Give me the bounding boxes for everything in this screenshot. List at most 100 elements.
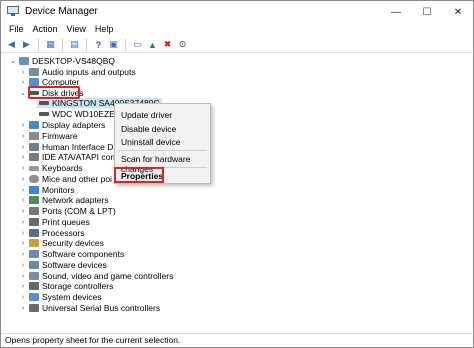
computer-icon — [29, 78, 39, 86]
computer-icon — [19, 57, 29, 65]
tree-item-label: Processors — [42, 228, 85, 238]
expand-arrow-icon[interactable]: › — [19, 230, 27, 237]
tree-item-ide[interactable]: › IDE ATA/ATAPI con — [19, 152, 115, 162]
tree-item-usb[interactable]: › Universal Serial Bus controllers — [19, 303, 160, 313]
tree-item-software-components[interactable]: › Software components — [19, 249, 124, 259]
tree-item-label: Firmware — [42, 131, 78, 141]
tree-item-firmware[interactable]: › Firmware — [19, 131, 78, 141]
collapse-arrow-icon[interactable]: ⌄ — [19, 89, 27, 97]
usb-controller-icon — [29, 304, 39, 312]
toolbar-divider — [125, 38, 126, 51]
maximize-button[interactable]: ☐ — [412, 1, 442, 23]
tree-item-mice[interactable]: › Mice and other poi — [19, 174, 112, 184]
window-title: Device Manager — [25, 6, 98, 17]
expand-arrow-icon[interactable]: › — [19, 208, 27, 215]
menu-action[interactable]: Action — [29, 23, 63, 37]
tree-item-label: Display adapters — [42, 120, 106, 130]
menu-file[interactable]: File — [5, 23, 29, 37]
expand-arrow-icon[interactable]: › — [19, 165, 27, 172]
tree-item-print-queues[interactable]: › Print queues — [19, 217, 90, 227]
toolbar: ◀ ▶ ▦ ▤ ? ▣ ▭ ▲ ✖ ⊙ — [1, 37, 473, 53]
tree-item-display[interactable]: › Display adapters — [19, 120, 105, 130]
forward-arrow-icon[interactable]: ▶ — [20, 38, 33, 51]
tree-item-ports[interactable]: › Ports (COM & LPT) — [19, 206, 116, 216]
tree-item-label: WDC WD10EZE — [52, 109, 115, 119]
ide-controller-icon — [29, 153, 39, 161]
tree-item-label: Software devices — [42, 260, 107, 270]
tree-item-label: IDE ATA/ATAPI con — [42, 152, 116, 162]
expand-arrow-icon[interactable]: › — [19, 273, 27, 280]
tree-item-label: Audio inputs and outputs — [42, 67, 136, 77]
view-grid-icon[interactable]: ▣ — [107, 38, 120, 51]
tree-item-software-devices[interactable]: › Software devices — [19, 260, 107, 270]
toolbar-divider — [86, 38, 87, 51]
menu-help[interactable]: Help — [91, 23, 119, 37]
processor-icon — [29, 229, 39, 237]
toolbar-divider — [62, 38, 63, 51]
tree-item-hid[interactable]: › Human Interface D — [19, 142, 114, 152]
software-device-icon — [29, 261, 39, 269]
mouse-icon — [29, 175, 39, 183]
monitor-icon — [29, 186, 39, 194]
firmware-icon — [29, 132, 39, 140]
expand-arrow-icon[interactable]: › — [19, 176, 27, 183]
tree-item-label: Mice and other poi — [42, 174, 112, 184]
title-bar: Device Manager — ☐ ✕ — [1, 1, 473, 23]
uninstall-icon[interactable]: ✖ — [161, 38, 174, 51]
tree-item-label: System devices — [42, 292, 102, 302]
menu-uninstall-device[interactable]: Uninstall device — [121, 137, 181, 147]
tree-root-label: DESKTOP-VS48QBQ — [32, 56, 115, 66]
sound-icon — [29, 272, 39, 280]
context-menu-divider — [119, 150, 207, 151]
toolbar-divider — [38, 38, 39, 51]
menu-view[interactable]: View — [63, 23, 91, 37]
expand-arrow-icon[interactable]: › — [19, 197, 27, 204]
security-device-icon — [29, 239, 39, 247]
printer-icon — [29, 218, 39, 226]
tree-item-keyboards[interactable]: › Keyboards — [19, 163, 83, 173]
tree-item-network[interactable]: › Network adapters — [19, 195, 109, 205]
expand-arrow-icon[interactable]: › — [19, 122, 27, 129]
tree-item-label: Network adapters — [42, 195, 109, 205]
keyboard-icon — [29, 165, 39, 171]
properties-icon[interactable]: ▤ — [68, 38, 81, 51]
expand-arrow-icon[interactable]: › — [19, 240, 27, 247]
back-arrow-icon[interactable]: ◀ — [5, 38, 18, 51]
tree-item-label: Software components — [42, 249, 125, 259]
menu-disable-device[interactable]: Disable device — [121, 124, 176, 134]
show-hide-tree-icon[interactable]: ▦ — [44, 38, 57, 51]
tree-item-sound[interactable]: › Sound, video and game controllers — [19, 271, 174, 281]
scan-hardware-icon[interactable]: ▭ — [131, 38, 144, 51]
expand-arrow-icon[interactable]: › — [19, 154, 27, 161]
expand-arrow-icon[interactable]: › — [19, 283, 27, 290]
menu-update-driver[interactable]: Update driver — [121, 110, 172, 120]
expand-arrow-icon[interactable]: › — [19, 219, 27, 226]
tree-item-security[interactable]: › Security devices — [19, 238, 104, 248]
expand-arrow-icon[interactable]: › — [19, 262, 27, 269]
minimize-button[interactable]: — — [381, 1, 411, 23]
tree-item-system[interactable]: › System devices — [19, 292, 102, 302]
expand-arrow-icon[interactable]: › — [19, 133, 27, 140]
tree-item-label: Security devices — [42, 238, 104, 248]
expand-arrow-icon[interactable]: › — [19, 144, 27, 151]
close-button[interactable]: ✕ — [443, 1, 473, 23]
expand-arrow-icon[interactable]: › — [19, 187, 27, 194]
help-icon[interactable]: ? — [92, 38, 105, 51]
add-driver-icon[interactable]: ▲ — [146, 38, 159, 51]
tree-item-processors[interactable]: › Processors — [19, 228, 85, 238]
expand-arrow-icon[interactable]: › — [19, 69, 27, 76]
download-driver-icon[interactable]: ⊙ — [176, 38, 189, 51]
expand-arrow-icon[interactable]: › — [19, 305, 27, 312]
properties-highlight — [114, 167, 164, 183]
tree-item-monitors[interactable]: › Monitors — [19, 185, 75, 195]
tree-item-audio[interactable]: › Audio inputs and outputs — [19, 67, 136, 77]
expand-arrow-icon[interactable]: › — [19, 294, 27, 301]
system-device-icon — [29, 293, 39, 301]
expand-arrow-icon[interactable]: › — [19, 79, 27, 86]
tree-root[interactable]: ⌄ DESKTOP-VS48QBQ — [9, 56, 115, 66]
tree-item-wdc[interactable]: WDC WD10EZE — [37, 109, 115, 119]
collapse-arrow-icon[interactable]: ⌄ — [9, 57, 17, 65]
tree-item-storage[interactable]: › Storage controllers — [19, 281, 114, 291]
expand-arrow-icon[interactable]: › — [19, 251, 27, 258]
port-icon — [29, 207, 39, 215]
